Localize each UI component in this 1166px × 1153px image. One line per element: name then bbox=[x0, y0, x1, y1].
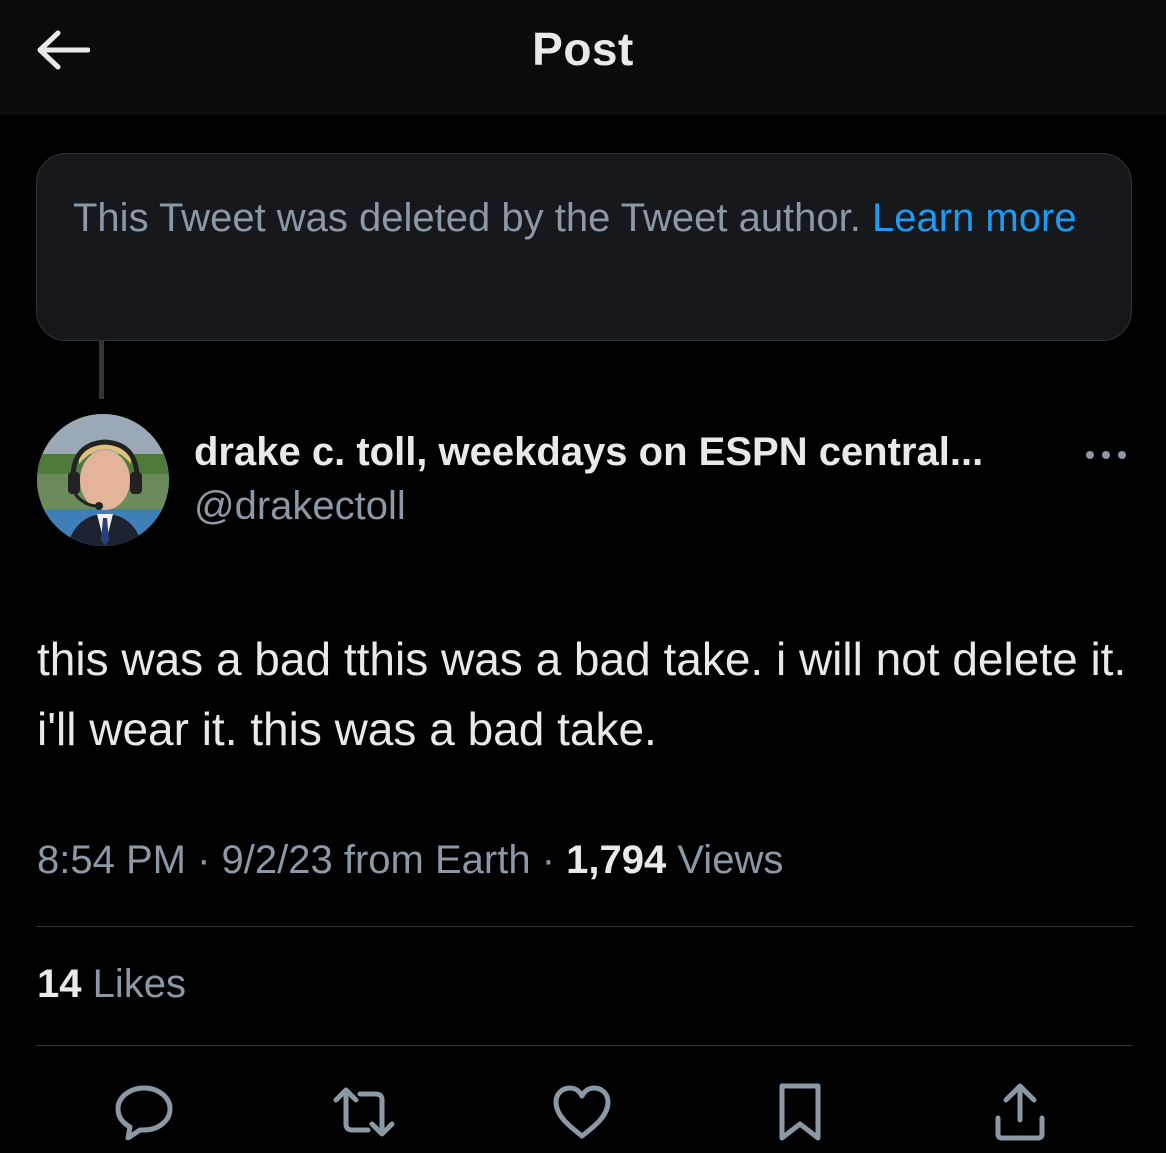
bookmark-icon bbox=[779, 1083, 821, 1141]
learn-more-link[interactable]: Learn more bbox=[872, 196, 1077, 240]
divider bbox=[36, 926, 1133, 927]
author-display-name[interactable]: drake c. toll, weekdays on ESPN central.… bbox=[194, 430, 983, 475]
meta-separator: · bbox=[530, 838, 567, 882]
author-handle[interactable]: @drakectoll bbox=[194, 484, 406, 529]
like-button[interactable] bbox=[550, 1080, 614, 1144]
repost-icon bbox=[333, 1087, 395, 1137]
top-bar: Post bbox=[0, 0, 1166, 115]
views-label: Views bbox=[666, 838, 784, 882]
share-button[interactable] bbox=[988, 1080, 1052, 1144]
meta-separator: · bbox=[185, 838, 222, 882]
likes-count: 14 bbox=[37, 962, 82, 1006]
profile-photo-icon bbox=[37, 414, 169, 546]
thread-connector-line bbox=[99, 341, 104, 399]
deleted-tweet-notice: This Tweet was deleted by the Tweet auth… bbox=[36, 153, 1132, 341]
likes-stat[interactable]: 14 Likes bbox=[37, 962, 186, 1007]
repost-button[interactable] bbox=[332, 1080, 396, 1144]
reply-button[interactable] bbox=[112, 1080, 176, 1144]
more-horizontal-icon bbox=[1086, 451, 1126, 459]
likes-label: Likes bbox=[81, 962, 186, 1006]
divider bbox=[36, 1045, 1133, 1046]
deleted-notice-text: This Tweet was deleted by the Tweet auth… bbox=[73, 196, 873, 240]
more-options-button[interactable] bbox=[1078, 440, 1134, 470]
views-count: 1,794 bbox=[566, 838, 667, 882]
bookmark-button[interactable] bbox=[768, 1080, 832, 1144]
avatar[interactable] bbox=[37, 414, 169, 546]
post-screen: Post This Tweet was deleted by the Tweet… bbox=[0, 0, 1166, 1153]
tweet-meta: 8:54 PM · 9/2/23 from Earth · 1,794 View… bbox=[37, 838, 783, 883]
tweet-source: from Earth bbox=[332, 838, 531, 882]
tweet-date[interactable]: 9/2/23 bbox=[222, 838, 333, 882]
like-icon bbox=[553, 1085, 611, 1139]
reply-icon bbox=[115, 1085, 173, 1140]
tweet-time[interactable]: 8:54 PM bbox=[37, 838, 186, 882]
page-title: Post bbox=[532, 23, 634, 75]
share-icon bbox=[995, 1083, 1045, 1141]
tweet-text: this was a bad tthis was a bad take. i w… bbox=[37, 633, 1127, 755]
